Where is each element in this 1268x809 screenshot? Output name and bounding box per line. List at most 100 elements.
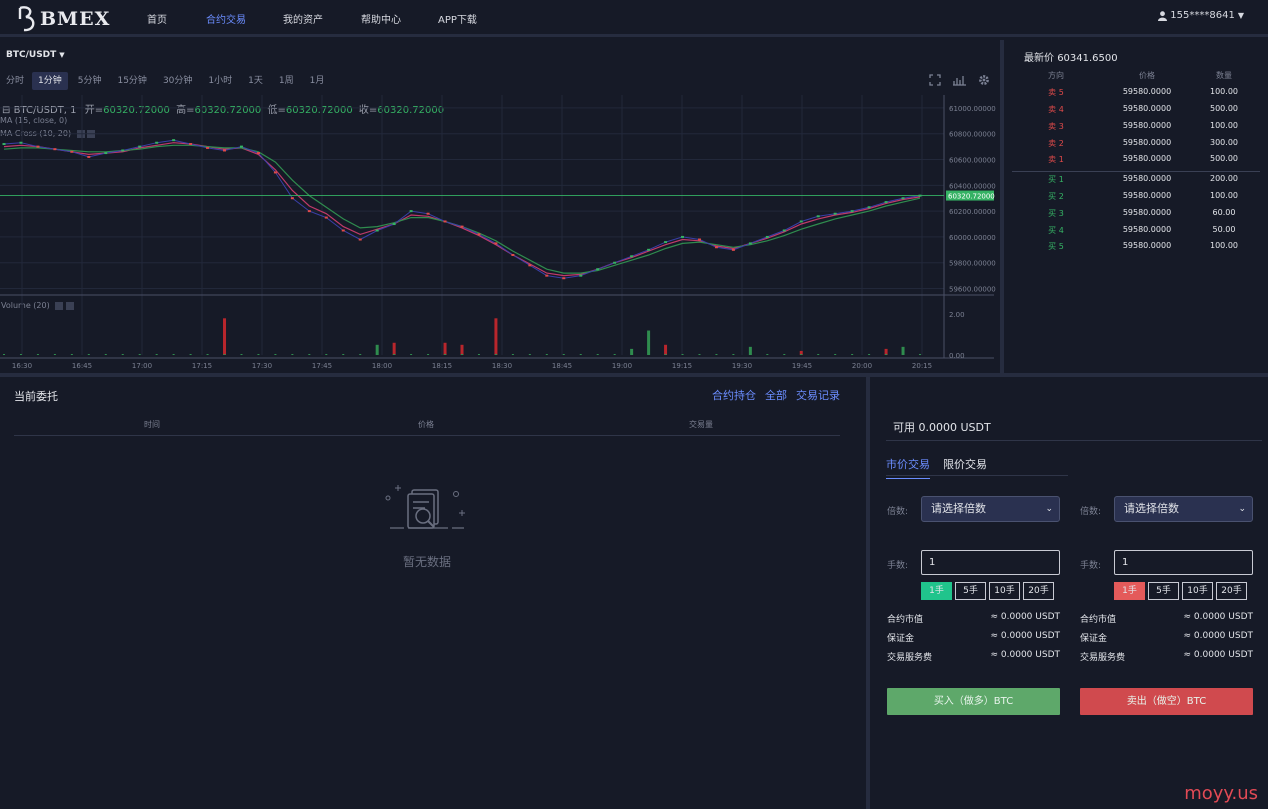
lot-preset-button[interactable]: 5手 (955, 582, 986, 600)
lots-input[interactable]: 1 (1114, 550, 1253, 575)
leverage-select-value: 请选择倍数 (931, 502, 986, 515)
ask-row[interactable]: 卖 1 59580.0000 500.00 (1012, 154, 1260, 170)
orders-links: 合约持仓 全部 交易记录 (712, 387, 840, 403)
leverage-select[interactable]: 请选择倍数 ⌄ (921, 496, 1060, 522)
lots-input[interactable]: 1 (921, 550, 1060, 575)
leverage-label: 倍数: (1080, 507, 1102, 517)
bid-row[interactable]: 买 1 59580.0000 200.00 (1012, 174, 1260, 190)
trade-history-link[interactable]: 交易记录 (796, 387, 840, 403)
nav-my-assets[interactable]: 我的资产 (283, 11, 323, 26)
candle (528, 264, 532, 267)
lot-preset-button[interactable]: 20手 (1023, 582, 1054, 600)
bid-qty: 100.00 (1210, 241, 1238, 250)
bid-price: 59580.0000 (1122, 191, 1172, 200)
user-menu[interactable]: 155****8641 ▼ (1158, 10, 1244, 21)
volume-bar-small (189, 354, 192, 355)
ask-qty: 300.00 (1210, 138, 1238, 147)
ask-row[interactable]: 卖 3 59580.0000 100.00 (1012, 121, 1260, 137)
sell-button[interactable]: 卖出（做空）BTC (1080, 688, 1253, 715)
divider (1012, 171, 1260, 172)
y-tick-label: 60000.00000 (949, 234, 996, 242)
header-volume: 交易量 (689, 420, 713, 429)
volume-bar-small (172, 354, 175, 355)
candle (2, 143, 6, 146)
x-tick-label: 18:00 (372, 362, 392, 370)
chevron-down-icon: ⌄ (1045, 504, 1053, 514)
nav-help-center[interactable]: 帮助中心 (361, 11, 401, 26)
volume-bar (901, 346, 905, 355)
ask-qty: 100.00 (1210, 121, 1238, 130)
x-tick-label: 17:30 (252, 362, 272, 370)
volume-bar-small (902, 354, 905, 355)
volume-bar-small (257, 354, 260, 355)
lot-preset-button[interactable]: 5手 (1148, 582, 1179, 600)
bid-price: 59580.0000 (1122, 241, 1172, 250)
candle (460, 225, 464, 228)
user-icon (1158, 10, 1168, 21)
ask-qty: 500.00 (1210, 104, 1238, 113)
volume-bar-small (664, 354, 667, 355)
lot-preset-button[interactable]: 10手 (989, 582, 1020, 600)
empty-data-icon (385, 485, 465, 529)
volume-bar-small (851, 354, 854, 355)
candle (799, 220, 803, 223)
top-bar: BMEX 首页 合约交易 我的资产 帮助中心 APP下载 155****8641… (0, 0, 1268, 37)
info-key: 交易服务费 (1080, 653, 1126, 663)
volume-bar-small (749, 354, 752, 355)
volume-bar-small (19, 354, 22, 355)
volume-bar-small (817, 354, 820, 355)
volume-bar-small (393, 354, 396, 355)
candle (613, 261, 617, 264)
candle (53, 148, 57, 151)
x-tick-label: 18:15 (432, 362, 452, 370)
nav-home[interactable]: 首页 (147, 11, 167, 26)
candle (596, 268, 600, 271)
candle (206, 146, 210, 149)
buy-button[interactable]: 买入（做多）BTC (887, 688, 1060, 715)
nav-app-download[interactable]: APP下载 (438, 11, 477, 26)
ask-row[interactable]: 卖 2 59580.0000 300.00 (1012, 138, 1260, 154)
logo[interactable]: BMEX (16, 5, 110, 33)
volume-tick-label: 2.00 (949, 311, 965, 319)
last-price-label: 最新价 (1024, 53, 1054, 64)
candle (697, 238, 701, 241)
ask-side: 卖 4 (1048, 105, 1064, 114)
orders-title: 当前委托 (14, 390, 58, 403)
lot-preset-button[interactable]: 10手 (1182, 582, 1213, 600)
candle (256, 152, 260, 155)
volume-bar (375, 344, 379, 355)
logo-text: BMEX (40, 8, 111, 30)
info-value: ≈ 0.0000 USDT (990, 631, 1060, 641)
last-price-value: 60341.6500 (1057, 53, 1118, 64)
bid-row[interactable]: 买 4 59580.0000 50.00 (1012, 225, 1260, 241)
bid-row[interactable]: 买 2 59580.0000 100.00 (1012, 191, 1260, 207)
lot-preset-button[interactable]: 1手 (921, 582, 952, 600)
all-link[interactable]: 全部 (765, 387, 787, 403)
ma2-line (3, 144, 921, 274)
ask-side: 卖 3 (1048, 122, 1064, 131)
volume-bar-small (868, 354, 871, 355)
lot-presets: 1手 5手 10手 20手 (1114, 582, 1247, 600)
volume-bar (748, 346, 752, 355)
volume-bar-small (732, 354, 735, 355)
sell-column: 倍数: 请选择倍数 ⌄ 手数: 1 1手 5手 10手 20手 合约市值 ≈ 0.… (1080, 377, 1254, 809)
y-tick-label: 59800.00000 (949, 260, 996, 268)
lot-preset-button[interactable]: 20手 (1216, 582, 1247, 600)
candle (138, 145, 142, 148)
leverage-select[interactable]: 请选择倍数 ⌄ (1114, 496, 1253, 522)
candle (223, 149, 227, 152)
price-chart[interactable]: 61000.00000 60800.00000 60600.00000 60400.0… (0, 40, 1000, 373)
ask-row[interactable]: 卖 5 59580.0000 100.00 (1012, 87, 1260, 103)
bid-qty: 50.00 (1212, 225, 1236, 234)
lot-preset-button[interactable]: 1手 (1114, 582, 1145, 600)
bid-price: 59580.0000 (1122, 174, 1172, 183)
positions-link[interactable]: 合约持仓 (712, 387, 756, 403)
bid-row[interactable]: 买 5 59580.0000 100.00 (1012, 241, 1260, 257)
candle (816, 215, 820, 218)
header-time: 时间 (144, 420, 160, 429)
bid-row[interactable]: 买 3 59580.0000 60.00 (1012, 208, 1260, 224)
info-key: 保证金 (887, 634, 915, 644)
ma1-line (3, 142, 921, 277)
ask-row[interactable]: 卖 4 59580.0000 500.00 (1012, 104, 1260, 120)
nav-contract-trade[interactable]: 合约交易 (206, 11, 246, 26)
